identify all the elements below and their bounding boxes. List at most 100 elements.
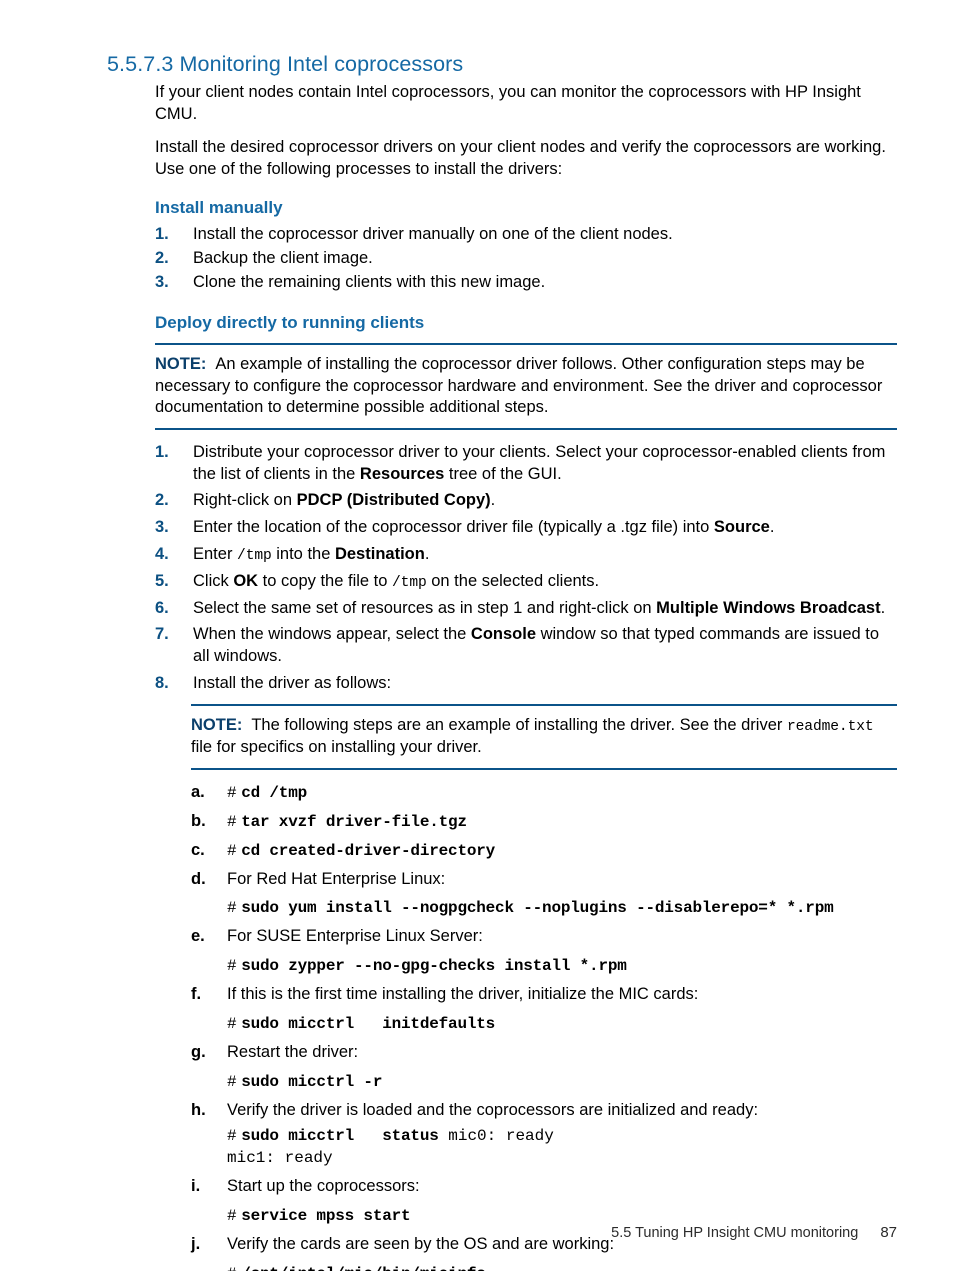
list-item-text: Clone the remaining clients with this ne… — [193, 272, 546, 291]
shell-command: cd /tmp — [241, 783, 308, 802]
list-marker: 3. — [155, 272, 169, 291]
note-admonition-2: NOTE: The following steps are an example … — [191, 704, 897, 770]
inline-code: /tmp — [392, 574, 427, 591]
list-item-text: Click OK to copy the file to /tmp on the… — [193, 571, 600, 591]
list-marker: a. — [191, 782, 205, 801]
emphasis: Resources — [359, 464, 445, 483]
command-line: # cd /tmp — [227, 783, 308, 802]
page-footer: 5.5 Tuning HP Insight CMU monitoring 87 — [0, 1224, 897, 1241]
page-number: 87 — [880, 1224, 897, 1241]
list-item-text: Verify the driver is loaded and the copr… — [227, 1100, 759, 1119]
command-line: # cd created-driver-directory — [227, 841, 496, 860]
list-item-text: Right-click on PDCP (Distributed Copy). — [193, 491, 496, 510]
list-marker: g. — [191, 1042, 206, 1061]
list-item: i. Start up the coprocessors: # service … — [191, 1176, 897, 1227]
note-label: NOTE: — [191, 716, 243, 735]
note-label: NOTE: — [155, 355, 207, 374]
list-marker: d. — [191, 869, 206, 888]
shell-command: service mpss start — [241, 1207, 411, 1226]
list-marker: c. — [191, 840, 205, 859]
prompt-symbol: # — [227, 841, 237, 860]
prompt-symbol: # — [227, 1207, 237, 1226]
list-item: 5. Click OK to copy the file to /tmp on … — [155, 571, 897, 593]
body-column: If your client nodes contain Intel copro… — [155, 82, 897, 1271]
install-manually-list: 1. Install the coprocessor driver manual… — [155, 224, 897, 293]
list-marker: 8. — [155, 673, 169, 692]
command-line: # sudo micctrl -r — [227, 1071, 897, 1093]
intro-paragraph-1: If your client nodes contain Intel copro… — [155, 83, 861, 123]
list-marker: 4. — [155, 544, 169, 563]
list-item: 8. Install the driver as follows: — [155, 673, 897, 695]
emphasis: Destination — [334, 544, 425, 563]
note-text-1: NOTE: An example of installing the coproc… — [155, 354, 897, 419]
list-item: 2. Backup the client image. — [155, 248, 897, 270]
list-marker: 6. — [155, 598, 169, 617]
command-line: # sudo micctrl status mic0: ready mic1: … — [227, 1125, 897, 1169]
list-item-text: For Red Hat Enterprise Linux: — [227, 869, 446, 888]
shell-command: cd created-driver-directory — [241, 841, 496, 860]
emphasis: PDCP (Distributed Copy) — [296, 491, 491, 510]
emphasis: Multiple Windows Broadcast — [656, 598, 881, 617]
emphasis: Source — [713, 517, 770, 536]
list-marker: 2. — [155, 249, 169, 268]
prompt-symbol: # — [227, 1265, 237, 1271]
command-line: # sudo micctrl initdefaults — [227, 1013, 897, 1035]
list-item-text: Restart the driver: — [227, 1042, 359, 1061]
shell-command: sudo micctrl -r — [241, 1072, 383, 1091]
list-item: 4. Enter /tmp into the Destination. — [155, 544, 897, 566]
list-marker: 1. — [155, 225, 169, 244]
list-marker: h. — [191, 1100, 206, 1119]
list-item-text: For SUSE Enterprise Linux Server: — [227, 927, 483, 946]
install-manually-heading: Install manually — [155, 198, 283, 218]
list-item: 3. Enter the location of the coprocessor… — [155, 517, 897, 539]
command-line: # /opt/intel/mic/bin/micinfo — [227, 1263, 897, 1271]
list-item-text: Select the same set of resources as in s… — [193, 598, 886, 617]
prompt-symbol: # — [227, 1127, 237, 1146]
list-item-text: Distribute your coprocessor driver to yo… — [193, 443, 886, 483]
list-item-text: If this is the first time installing the… — [227, 985, 699, 1004]
section-heading: 5.5.7.3 Monitoring Intel coprocessors — [107, 52, 464, 76]
prompt-symbol: # — [227, 1014, 237, 1033]
list-marker: i. — [191, 1177, 201, 1196]
list-item: f. If this is the first time installing … — [191, 984, 897, 1035]
list-item: 7. When the windows appear, select the C… — [155, 624, 897, 667]
list-marker: b. — [191, 811, 206, 830]
note-body: An example of installing the coprocessor… — [155, 355, 883, 417]
emphasis: OK — [233, 571, 259, 590]
list-item: c. # cd created-driver-directory — [191, 840, 897, 862]
list-item-text: Install the driver as follows: — [193, 673, 392, 692]
list-item: d. For Red Hat Enterprise Linux: # sudo … — [191, 869, 897, 920]
prompt-symbol: # — [227, 1072, 237, 1091]
note-text-2: NOTE: The following steps are an example … — [191, 716, 874, 757]
intro-paragraph-2: Install the desired coprocessor drivers … — [155, 138, 886, 178]
document-page: 5.5.7.3 Monitoring Intel coprocessors If… — [0, 0, 954, 1271]
list-item: 1. Install the coprocessor driver manual… — [155, 224, 897, 246]
list-item-text: Start up the coprocessors: — [227, 1177, 420, 1196]
prompt-symbol: # — [227, 957, 237, 976]
list-item-text: Enter /tmp into the Destination. — [193, 544, 430, 564]
inline-code: /tmp — [237, 547, 272, 564]
list-item-text: Backup the client image. — [193, 249, 373, 268]
list-item: 6. Select the same set of resources as i… — [155, 598, 897, 620]
prompt-symbol: # — [227, 812, 237, 831]
list-item: g. Restart the driver: # sudo micctrl -r — [191, 1042, 897, 1093]
command-line: # sudo zypper --no-gpg-checks install *.… — [227, 955, 897, 977]
footer-section-label: 5.5 Tuning HP Insight CMU monitoring — [611, 1225, 859, 1241]
list-marker: 5. — [155, 571, 169, 590]
prompt-symbol: # — [227, 783, 237, 802]
list-item: a. # cd /tmp — [191, 782, 897, 804]
emphasis: Console — [470, 625, 537, 644]
list-item-text: When the windows appear, select the Cons… — [193, 625, 880, 665]
deploy-directly-heading: Deploy directly to running clients — [155, 313, 425, 333]
note-admonition-1: NOTE: An example of installing the coproc… — [155, 343, 897, 431]
list-marker: 2. — [155, 491, 169, 510]
list-marker: 7. — [155, 625, 169, 644]
prompt-symbol: # — [227, 899, 237, 918]
list-item: e. For SUSE Enterprise Linux Server: # s… — [191, 926, 897, 977]
shell-command: /opt/intel/mic/bin/micinfo — [241, 1265, 486, 1271]
list-marker: 1. — [155, 443, 169, 462]
command-line: # sudo yum install --nogpgcheck --noplug… — [227, 897, 897, 919]
list-item: 2. Right-click on PDCP (Distributed Copy… — [155, 490, 897, 512]
list-marker: f. — [191, 985, 202, 1004]
shell-command: sudo zypper --no-gpg-checks install *.rp… — [241, 957, 627, 976]
